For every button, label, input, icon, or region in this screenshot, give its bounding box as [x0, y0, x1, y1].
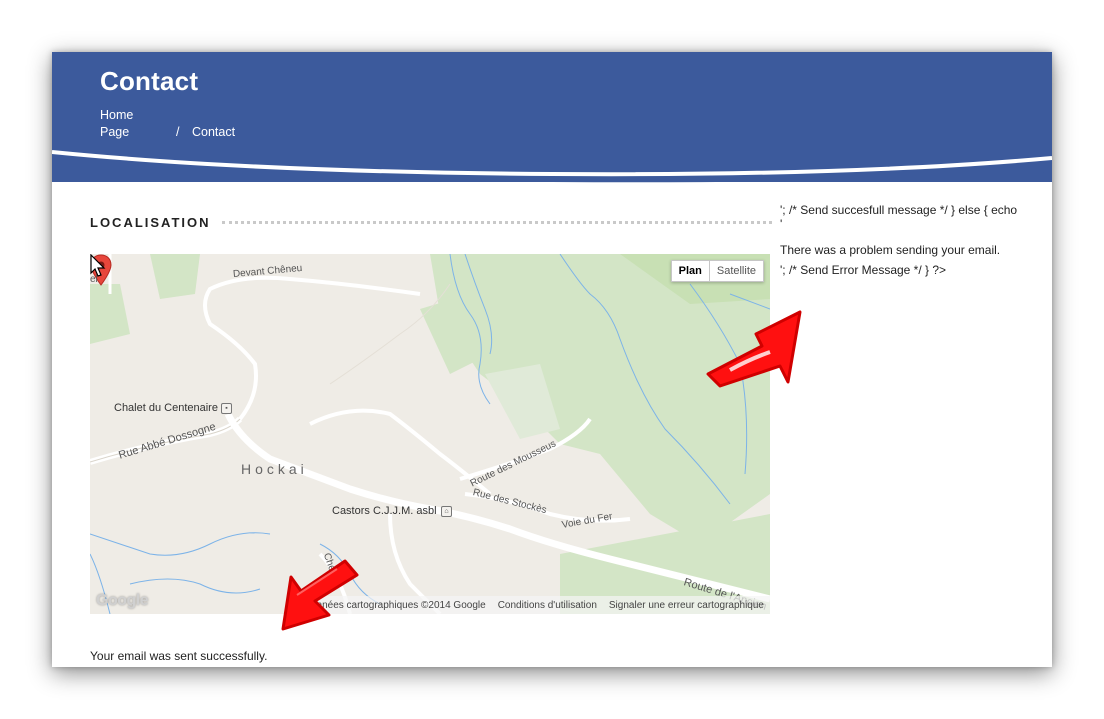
map-terms-link[interactable]: Conditions d'utilisation — [498, 600, 597, 611]
map-label-castors: Castors C.J.J.M. asbl — [332, 505, 437, 517]
mouse-cursor-icon — [90, 254, 106, 277]
section-title: LOCALISATION — [90, 215, 211, 230]
google-map[interactable]: Chalet du Centenaire ▪ Hockai Castors C.… — [90, 254, 770, 614]
map-label-town: Hockai — [241, 461, 308, 477]
breadcrumb-home-link[interactable]: Home — [100, 108, 133, 122]
section-title-rule — [222, 221, 772, 224]
code-text-line: ' — [780, 217, 783, 231]
code-text-line: '; /* Send succesfull message */ } else … — [780, 203, 1018, 217]
page-window: Contact Home Page / Contact LOCALISATION — [52, 52, 1052, 667]
raw-code-output: '; /* Send succesfull message */ } else … — [780, 203, 1040, 277]
header-wave-decoration — [52, 142, 1052, 183]
red-annotation-arrow-icon — [706, 310, 802, 388]
code-text-line: '; /* Send Error Message */ } ?> — [780, 263, 947, 277]
success-message: Your email was sent successfully. — [90, 649, 268, 663]
google-logo[interactable]: Google — [96, 592, 149, 610]
red-annotation-arrow-icon — [281, 559, 359, 631]
map-label-chalet: Chalet du Centenaire — [114, 402, 218, 414]
poi-icon: ⌂ — [441, 506, 452, 517]
map-report-error-link[interactable]: Signaler une erreur cartographique — [609, 600, 764, 611]
map-type-satellite-button[interactable]: Satellite — [710, 261, 763, 281]
breadcrumb-page-link[interactable]: Page — [100, 125, 129, 139]
page-title: Contact — [100, 66, 199, 96]
map-type-control: Plan Satellite — [670, 260, 764, 282]
error-message: There was a problem sending your email. — [780, 243, 1001, 257]
breadcrumb-current: Contact — [192, 125, 236, 139]
breadcrumb-separator: / — [176, 125, 180, 139]
poi-icon: ▪ — [221, 403, 232, 414]
map-type-plan-button[interactable]: Plan — [672, 261, 710, 281]
